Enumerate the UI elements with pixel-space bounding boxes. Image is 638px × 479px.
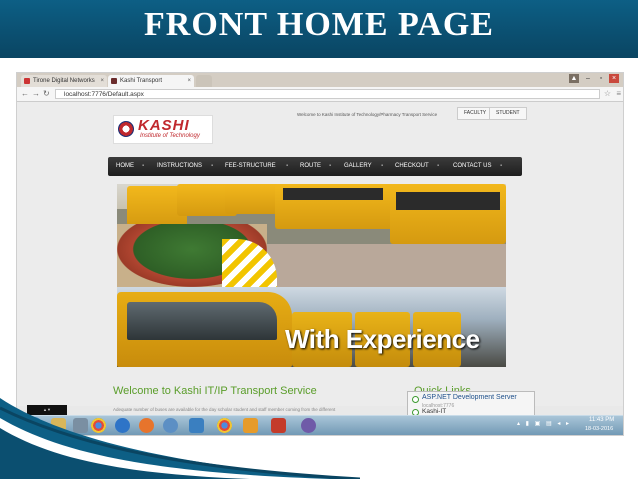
maximize-button[interactable]: ▫ (596, 74, 606, 83)
nav-separator: ▪ (329, 163, 332, 169)
address-bar: ← → ↻ localhost:7776/Default.aspx ☆ ≡ (17, 87, 623, 102)
page-icon (111, 78, 117, 84)
bus-window (396, 192, 500, 210)
hero-image-slider: With Experience (117, 184, 506, 367)
logo-name: KASHI (138, 117, 190, 134)
web-page: KASHI Institute of Technology Welcome to… (17, 102, 623, 412)
nav-checkout[interactable]: CHECKOUT (395, 157, 429, 176)
dev-server-notification[interactable]: ASP.NET Development Server localhost:777… (407, 391, 535, 417)
student-button[interactable]: STUDENT (489, 107, 527, 120)
clock-time[interactable]: 11:43 PM (589, 417, 614, 423)
nav-separator: ▪ (211, 163, 214, 169)
nav-separator: ▪ (381, 163, 384, 169)
faculty-button[interactable]: FACULTY (457, 107, 494, 120)
bus-image (390, 184, 506, 244)
nav-separator: ▪ (286, 163, 289, 169)
close-icon[interactable]: × (187, 75, 191, 87)
bus-image (275, 184, 395, 229)
tab-bar: Tirone Digital Networks × Kashi Transpor… (17, 73, 623, 87)
user-icon[interactable]: ▲ (569, 74, 579, 83)
back-icon[interactable]: ← (21, 89, 29, 99)
url-field[interactable]: localhost:7776/Default.aspx (55, 89, 600, 99)
bus-window (283, 188, 383, 200)
main-nav: HOME ▪ INSTRUCTIONS ▪ FEE-STRUCTURE ▪ RO… (108, 157, 522, 176)
nav-route[interactable]: ROUTE (300, 157, 321, 176)
tab-kashi-transport[interactable]: Kashi Transport × (108, 75, 194, 87)
new-tab-button[interactable] (196, 75, 212, 87)
slide-title: FRONT HOME PAGE (144, 6, 494, 43)
header-welcome-text: Welcome to Kashi Institute of Technology… (297, 112, 438, 117)
notification-item[interactable]: Kashi-IT (422, 408, 446, 415)
bookmark-star-icon[interactable]: ☆ (604, 89, 611, 99)
reload-icon[interactable]: ↻ (43, 89, 50, 99)
tab-tirone[interactable]: Tirone Digital Networks × (21, 75, 107, 87)
page-icon (24, 78, 30, 84)
forward-icon[interactable]: → (32, 89, 40, 99)
nav-separator: ▪ (437, 163, 440, 169)
close-icon[interactable]: × (100, 75, 104, 87)
system-tray[interactable]: ▴ ▮ ▣ ▤ ◂ ▸ (517, 420, 571, 427)
slide-decoration (0, 398, 360, 479)
nav-home[interactable]: HOME (116, 157, 134, 176)
nav-fee-structure[interactable]: FEE-STRUCTURE (225, 157, 276, 176)
nav-separator: ▪ (500, 163, 503, 169)
menu-icon[interactable]: ≡ (616, 89, 621, 99)
nav-separator: ▪ (142, 163, 145, 169)
window-close-button[interactable]: × (609, 74, 619, 83)
tab-label: Tirone Digital Networks (33, 78, 95, 84)
logo-subtitle: Institute of Technology (140, 133, 200, 139)
hero-tagline: With Experience (285, 324, 480, 354)
bus-image (225, 184, 280, 214)
logo-emblem-icon (118, 121, 134, 137)
welcome-heading: Welcome to Kashi IT/IP Transport Service (113, 385, 317, 397)
server-icon (412, 396, 419, 403)
site-logo[interactable]: KASHI Institute of Technology (113, 115, 213, 144)
nav-contact-us[interactable]: CONTACT US (453, 157, 491, 176)
nav-gallery[interactable]: GALLERY (344, 157, 372, 176)
bus-window (127, 302, 277, 340)
clock-date[interactable]: 18-03-2016 (585, 426, 613, 432)
notification-title: ASP.NET Development Server (422, 394, 517, 401)
browser-window: Tirone Digital Networks × Kashi Transpor… (16, 72, 624, 436)
nav-instructions[interactable]: INSTRUCTIONS (157, 157, 202, 176)
tab-label: Kashi Transport (120, 78, 163, 84)
slide-title-banner: FRONT HOME PAGE (0, 0, 638, 58)
minimize-button[interactable]: – (583, 74, 593, 83)
